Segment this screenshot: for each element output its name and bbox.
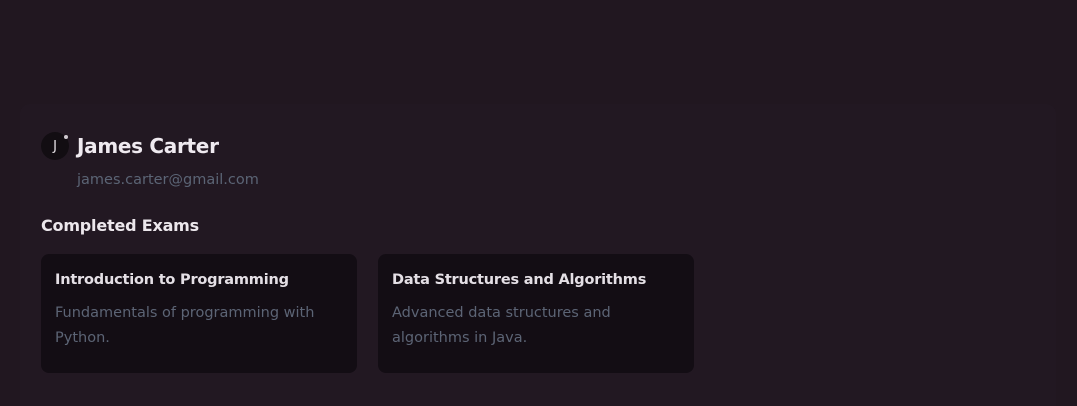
exam-card-title: Data Structures and Algorithms <box>392 272 647 288</box>
exam-card[interactable]: Introduction to Programming Fundamentals… <box>41 254 357 373</box>
status-dot-icon <box>64 135 68 139</box>
user-name: James Carter <box>77 134 219 158</box>
completed-exams-heading: Completed Exams <box>41 216 199 235</box>
avatar[interactable]: J <box>41 132 69 160</box>
exam-card-title: Introduction to Programming <box>55 272 289 288</box>
exam-card-description: Advanced data structures and algorithms … <box>392 305 611 346</box>
profile-header: J James Carter <box>41 132 219 160</box>
exam-card-description: Fundamentals of programming with Python. <box>55 305 315 346</box>
exam-card[interactable]: Data Structures and Algorithms Advanced … <box>378 254 694 373</box>
user-email: james.carter@gmail.com <box>77 172 259 188</box>
avatar-initial: J <box>53 138 57 154</box>
exam-card-list: Introduction to Programming Fundamentals… <box>41 254 694 373</box>
page-background: J James Carter james.carter@gmail.com Co… <box>0 0 1077 406</box>
